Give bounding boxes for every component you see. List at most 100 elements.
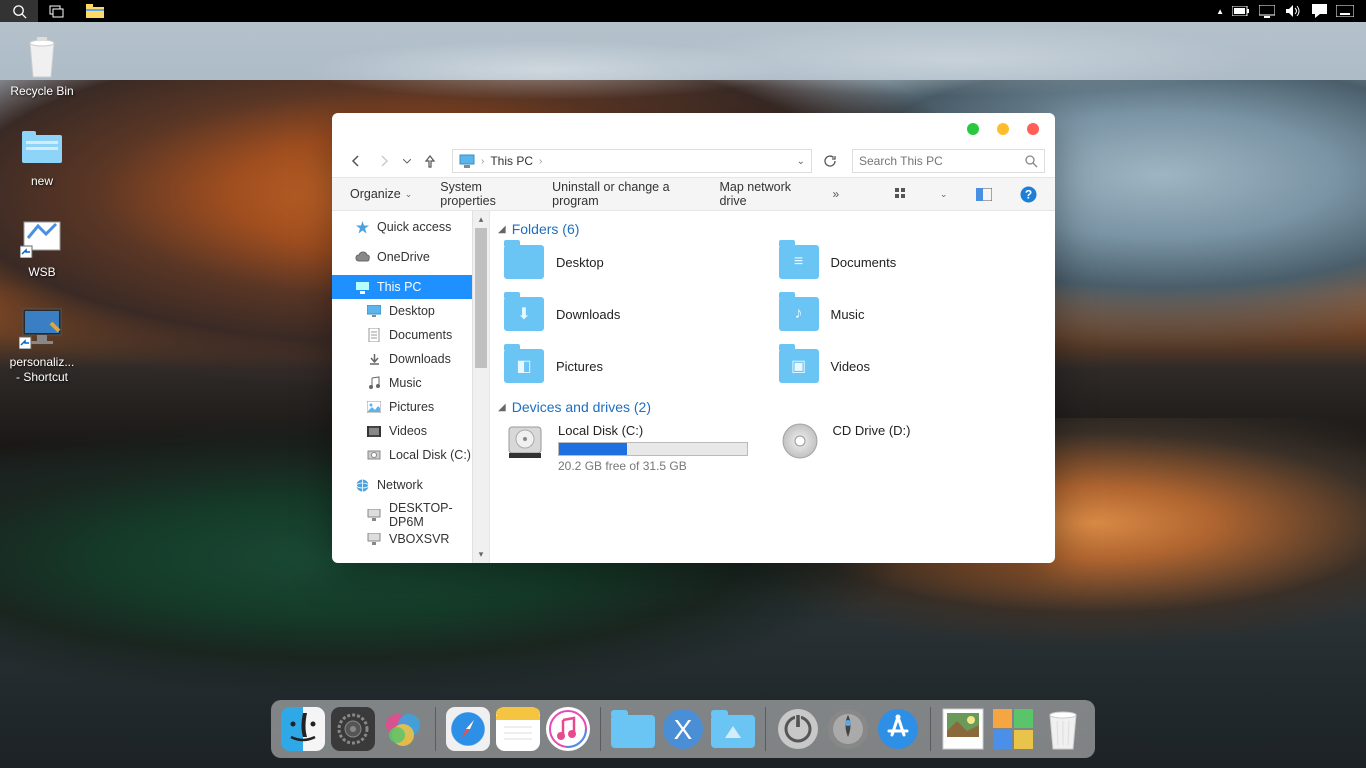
- dock-finder[interactable]: [281, 707, 325, 751]
- sidebar-item-label: Network: [377, 478, 423, 492]
- dock-safari[interactable]: [446, 707, 490, 751]
- overflow-icon[interactable]: »: [832, 187, 839, 201]
- task-view-icon[interactable]: [38, 0, 76, 22]
- sidebar-item-pictures[interactable]: Pictures: [332, 395, 473, 419]
- display-icon[interactable]: [1258, 2, 1276, 20]
- chevron-right-icon: ›: [481, 156, 484, 167]
- pc-icon: [459, 154, 475, 168]
- drives-group-header[interactable]: ◢ Devices and drives (2): [498, 399, 1045, 415]
- forward-button[interactable]: [372, 149, 396, 173]
- vid-icon: [366, 423, 382, 439]
- sidebar: ▴ ▾ Quick access OneDrive This PCDesktop Do…: [332, 211, 490, 563]
- folder-downloads[interactable]: ⬇Downloads: [496, 297, 771, 331]
- chevron-down-icon[interactable]: ⌄: [940, 189, 948, 200]
- drive-cd-drive-d-[interactable]: CD Drive (D:): [771, 423, 1046, 473]
- scroll-up-icon[interactable]: ▴: [473, 211, 489, 228]
- scrollbar-thumb[interactable]: [475, 228, 487, 368]
- dock-photo[interactable]: [941, 707, 985, 751]
- svg-text:X: X: [674, 714, 693, 745]
- dock-trash[interactable]: [1041, 707, 1085, 751]
- music-icon: [366, 375, 382, 391]
- sidebar-item-network[interactable]: Network: [332, 473, 473, 497]
- preview-pane-icon[interactable]: [975, 184, 992, 204]
- folder-icon: [19, 124, 65, 170]
- keyboard-icon[interactable]: [1336, 2, 1354, 20]
- dock-itunes[interactable]: [546, 707, 590, 751]
- folder-label: Pictures: [556, 359, 603, 374]
- organize-menu[interactable]: Organize⌄: [350, 187, 412, 201]
- dock-settings[interactable]: [331, 707, 375, 751]
- dock-folder2[interactable]: X: [661, 707, 705, 751]
- view-options-icon[interactable]: [895, 184, 912, 204]
- folders-group-header[interactable]: ◢ Folders (6): [498, 221, 1045, 237]
- system-properties-button[interactable]: System properties: [440, 180, 524, 208]
- chevron-down-icon: ⌄: [405, 189, 413, 200]
- wsb-shortcut[interactable]: WSB: [4, 211, 80, 283]
- sidebar-scrollbar[interactable]: ▴ ▾: [472, 211, 489, 563]
- folder-desktop[interactable]: Desktop: [496, 245, 771, 279]
- recycle-bin[interactable]: Recycle Bin: [4, 30, 80, 102]
- close-button[interactable]: [1027, 123, 1039, 135]
- folder-documents[interactable]: ≡Documents: [771, 245, 1046, 279]
- scroll-down-icon[interactable]: ▾: [473, 546, 489, 563]
- sidebar-item-downloads[interactable]: Downloads: [332, 347, 473, 371]
- dock-gamecenter[interactable]: [381, 707, 425, 751]
- chevron-down-icon[interactable]: ⌄: [797, 156, 805, 167]
- file-explorer-taskbar-icon[interactable]: [76, 0, 114, 22]
- help-icon[interactable]: ?: [1020, 184, 1037, 204]
- uninstall-button[interactable]: Uninstall or change a program: [552, 180, 691, 208]
- dock-appstore[interactable]: [876, 707, 920, 751]
- folder-pictures[interactable]: ◧Pictures: [496, 349, 771, 383]
- dock-folder1[interactable]: [611, 707, 655, 751]
- sidebar-item-music[interactable]: Music: [332, 371, 473, 395]
- recent-locations-button[interactable]: [400, 149, 414, 173]
- sidebar-item-quick-access[interactable]: Quick access: [332, 215, 473, 239]
- minimize-button[interactable]: [967, 123, 979, 135]
- dock-notes[interactable]: [496, 707, 540, 751]
- dock-launchpad[interactable]: [826, 707, 870, 751]
- breadcrumb[interactable]: › This PC › ⌄: [452, 149, 812, 173]
- sidebar-item-onedrive[interactable]: OneDrive: [332, 245, 473, 269]
- personalize-shortcut[interactable]: personaliz... - Shortcut: [4, 301, 80, 388]
- desktop-icon: [366, 303, 382, 319]
- titlebar[interactable]: [332, 113, 1055, 145]
- folder-videos[interactable]: ▣Videos: [771, 349, 1046, 383]
- dock: X: [271, 700, 1095, 758]
- sidebar-item-label: Documents: [389, 328, 452, 342]
- sidebar-item-this-pc[interactable]: This PC: [332, 275, 473, 299]
- refresh-button[interactable]: [818, 149, 842, 173]
- dock-tiles[interactable]: [991, 707, 1035, 751]
- sidebar-item-documents[interactable]: Documents: [332, 323, 473, 347]
- up-button[interactable]: [418, 149, 442, 173]
- breadcrumb-location[interactable]: This PC: [490, 154, 533, 168]
- free-space-label: 20.2 GB free of 31.5 GB: [558, 459, 751, 473]
- search-input[interactable]: [859, 154, 1024, 168]
- search-icon[interactable]: [0, 0, 38, 22]
- sidebar-item-videos[interactable]: Videos: [332, 419, 473, 443]
- sidebar-item-label: Downloads: [389, 352, 451, 366]
- tray-overflow-icon[interactable]: ▲: [1216, 7, 1224, 16]
- sidebar-item-label: DESKTOP-DP6M: [389, 501, 473, 529]
- dock-separator: [765, 707, 766, 751]
- notifications-icon[interactable]: [1310, 2, 1328, 20]
- maximize-button[interactable]: [997, 123, 1009, 135]
- content-area: ◢ Folders (6) Desktop≡Documents⬇Download…: [490, 211, 1055, 563]
- search-box[interactable]: [852, 149, 1045, 173]
- back-button[interactable]: [344, 149, 368, 173]
- dock-folder3[interactable]: [711, 707, 755, 751]
- doc-icon: [366, 327, 382, 343]
- drive-icon: [504, 423, 546, 459]
- sidebar-item-desktop-dp6m[interactable]: DESKTOP-DP6M: [332, 503, 473, 527]
- map-drive-button[interactable]: Map network drive: [719, 180, 804, 208]
- dock-power[interactable]: [776, 707, 820, 751]
- sidebar-item-desktop[interactable]: Desktop: [332, 299, 473, 323]
- battery-icon[interactable]: [1232, 2, 1250, 20]
- new-folder[interactable]: new: [4, 120, 80, 192]
- folder-music[interactable]: ♪Music: [771, 297, 1046, 331]
- search-icon[interactable]: [1024, 154, 1038, 168]
- sidebar-item-vboxsvr[interactable]: VBOXSVR: [332, 527, 473, 551]
- volume-icon[interactable]: [1284, 2, 1302, 20]
- sidebar-item-label: Quick access: [377, 220, 451, 234]
- drive-local-disk-c-[interactable]: Local Disk (C:)20.2 GB free of 31.5 GB: [496, 423, 771, 473]
- sidebar-item-local-disk-c-[interactable]: Local Disk (C:): [332, 443, 473, 467]
